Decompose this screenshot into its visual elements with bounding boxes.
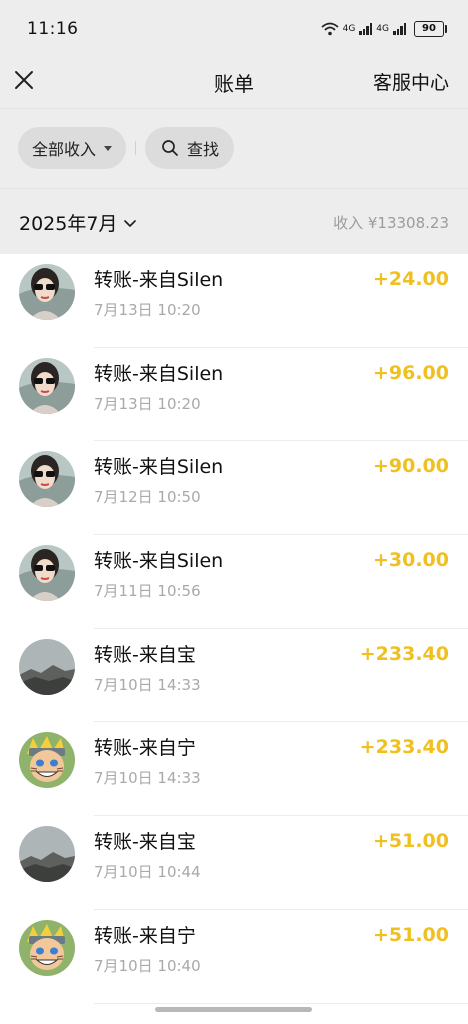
avatar [19, 264, 75, 320]
battery-icon: 90 [414, 21, 447, 37]
caret-down-icon [104, 145, 113, 151]
transaction-list: 转账-来自Silen 7月13日 10:20 +24.00 转账-来自Silen… [0, 254, 468, 1024]
nav-bar: 账单 客服中心 [0, 60, 468, 108]
avatar [19, 451, 75, 508]
avatar [19, 732, 75, 789]
signal-icon-2 [393, 23, 406, 35]
network-type-2: 4G [376, 24, 389, 34]
signal-icon [359, 23, 373, 35]
transaction-time: 7月10日 10:40 [94, 956, 201, 975]
transaction-row[interactable]: 转账-来自Silen 7月11日 10:56 +30.00 [0, 535, 468, 629]
divider [135, 141, 136, 155]
transaction-row[interactable]: 转账-来自Silen 7月13日 10:20 +96.00 [0, 348, 468, 442]
transaction-time: 7月10日 14:33 [94, 769, 201, 788]
avatar [19, 357, 75, 414]
income-total: 收入 ¥13308.23 [333, 214, 449, 232]
transaction-amount: +233.40 [359, 736, 449, 759]
month-selector[interactable]: 2025年7月 [19, 209, 137, 236]
transaction-time: 7月12日 10:50 [94, 488, 201, 507]
wifi-icon [321, 22, 339, 36]
transaction-amount: +51.00 [372, 923, 449, 946]
customer-service-link[interactable]: 客服中心 [373, 68, 449, 95]
transaction-title: 转账-来自Silen [94, 550, 224, 573]
transaction-time: 7月10日 10:44 [94, 863, 201, 882]
transaction-title: 转账-来自宁 [94, 737, 196, 760]
avatar [19, 919, 75, 976]
transaction-title: 转账-来自宝 [94, 643, 196, 666]
home-indicator[interactable] [155, 1007, 312, 1012]
transaction-amount: +233.40 [359, 642, 449, 665]
transaction-title: 转账-来自宝 [94, 831, 196, 854]
filter-bar: 全部收入 查找 [0, 108, 468, 189]
transaction-title: 转账-来自Silen [94, 269, 224, 291]
transaction-time: 7月13日 10:20 [94, 301, 201, 319]
transaction-row[interactable]: 转账-来自宁 7月10日 10:40 +51.00 [0, 910, 468, 1004]
transaction-time: 7月10日 14:33 [94, 675, 201, 694]
avatar [19, 826, 75, 883]
transaction-row[interactable]: 转账-来自Silen 7月12日 10:50 +90.00 [0, 441, 468, 536]
status-icons: 4G 4G 90 [321, 21, 447, 37]
transaction-row[interactable]: 转账-来自Silen 7月13日 10:20 +24.00 [0, 254, 468, 348]
transaction-time: 7月13日 10:20 [94, 394, 201, 413]
status-time: 11:16 [27, 19, 79, 39]
month-summary-bar: 2025年7月 收入 ¥13308.23 [0, 188, 468, 255]
transaction-amount: +90.00 [372, 455, 449, 478]
month-label: 2025年7月 [19, 213, 118, 235]
network-type-1: 4G [342, 24, 356, 34]
transaction-row[interactable]: 转账-来自宝 7月10日 10:44 +51.00 [0, 816, 468, 910]
status-bar: 11:16 4G 4G 90 [0, 0, 468, 60]
transaction-title: 转账-来自宁 [94, 924, 196, 947]
chevron-down-icon [124, 219, 137, 227]
transaction-amount: +24.00 [372, 268, 449, 290]
avatar [19, 638, 75, 695]
search-icon [162, 140, 178, 156]
transaction-row[interactable]: 转账-来自宁 7月10日 14:33 +233.40 [0, 722, 468, 817]
transaction-title: 转账-来自Silen [94, 456, 224, 479]
transaction-amount: +30.00 [372, 549, 449, 572]
income-filter-label: 全部收入 [32, 140, 97, 159]
income-filter-dropdown[interactable]: 全部收入 [18, 127, 126, 169]
transaction-title: 转账-来自Silen [94, 362, 224, 385]
search-button[interactable]: 查找 [145, 127, 234, 169]
search-label: 查找 [187, 140, 220, 159]
transaction-amount: +51.00 [372, 830, 449, 853]
avatar [19, 545, 75, 602]
transaction-row[interactable]: 转账-来自宝 7月10日 14:33 +233.40 [0, 629, 468, 723]
divider [94, 1002, 468, 1004]
transaction-amount: +96.00 [372, 361, 449, 384]
transaction-time: 7月11日 10:56 [94, 582, 201, 601]
